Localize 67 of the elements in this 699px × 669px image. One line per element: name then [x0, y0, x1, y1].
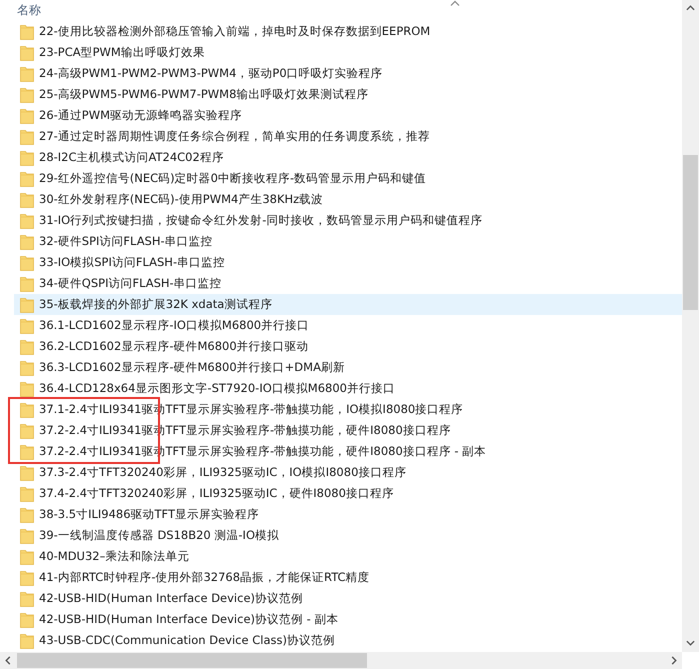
folder-icon [20, 464, 34, 480]
folder-icon [20, 632, 34, 648]
folder-item[interactable]: 24-高级PWM1-PWM2-PWM3-PWM4，驱动P0口呼吸灯实验程序 [14, 63, 682, 84]
folder-icon [20, 66, 34, 82]
folder-item[interactable]: 22-使用比较器检测外部稳压管输入前端，掉电时及时保存数据到EEPROM [14, 21, 682, 42]
folder-item[interactable]: 36.2-LCD1602显示程序-硬件M6800并行接口驱动 [14, 336, 682, 357]
folder-icon [20, 44, 34, 60]
folder-icon [20, 506, 34, 522]
vertical-scrollbar[interactable] [682, 0, 699, 652]
folder-item[interactable]: 42-USB-HID(Human Interface Device)协议范例 - 副本 [14, 609, 682, 630]
folder-icon [20, 296, 34, 312]
folder-item[interactable]: 42-USB-HID(Human Interface Device)协议范例 [14, 588, 682, 609]
folder-icon [20, 422, 34, 438]
folder-item[interactable]: 38-3.5寸ILI9486驱动TFT显示屏实验程序 [14, 504, 682, 525]
folder-icon [20, 402, 34, 418]
folder-icon [20, 548, 34, 564]
folder-icon [20, 570, 34, 586]
folder-item[interactable]: 43-USB-CDC(Communication Device Class)协议范例 [14, 630, 682, 651]
folder-item[interactable]: 26-通过PWM驱动无源蜂鸣器实验程序 [14, 105, 682, 126]
column-header[interactable]: 名称 [17, 2, 41, 19]
folder-item[interactable]: 29-红外遥控信号(NEC码)定时器0中断接收程序-数码管显示用户码和键值 [14, 168, 682, 189]
scroll-right-icon[interactable] [671, 656, 677, 665]
folder-icon [20, 590, 34, 606]
folder-icon [20, 212, 34, 228]
folder-item[interactable]: 28-I2C主机模式访问AT24C02程序 [14, 147, 682, 168]
folder-item[interactable]: 39-一线制温度传感器 DS18B20 测温-IO模拟 [14, 525, 682, 546]
folder-item[interactable]: 36.3-LCD1602显示程序-硬件M6800并行接口+DMA刷新 [14, 357, 682, 378]
folder-icon [20, 318, 34, 334]
folder-item[interactable]: 36.1-LCD1602显示程序-IO口模拟M6800并行接口 [14, 315, 682, 336]
sort-caret-icon [450, 0, 460, 6]
folder-icon [20, 486, 34, 502]
scroll-left-icon[interactable] [5, 656, 11, 665]
folder-item[interactable]: 35-板载焊接的外部扩展32K xdata测试程序 [14, 294, 682, 315]
folder-icon [20, 338, 34, 354]
folder-icon [20, 612, 34, 628]
folder-item[interactable]: 27-通过定时器周期性调度任务综合例程，简单实用的任务调度系统，推荐 [14, 126, 682, 147]
folder-item[interactable]: 41-内部RTC时钟程序-使用外部32768晶振，才能保证RTC精度 [14, 567, 682, 588]
scrollbar-thumb[interactable] [17, 653, 367, 668]
folder-item[interactable]: 37.3-2.4寸TFT320240彩屏，ILI9325驱动IC，IO模拟I8080接口程序 [14, 462, 682, 483]
folder-item[interactable]: 25-高级PWM5-PWM6-PWM7-PWM8输出呼吸灯效果测试程序 [14, 84, 682, 105]
folder-item[interactable]: 31-IO行列式按键扫描，按键命令红外发射-同时接收，数码管显示用户码和键值程序 [14, 210, 682, 231]
folder-icon [20, 380, 34, 396]
folder-icon [20, 170, 34, 186]
folder-icon [20, 150, 34, 166]
folder-icon [20, 444, 34, 460]
folder-item[interactable]: 36.4-LCD128x64显示图形文字-ST7920-IO口模拟M6800并行接口 [14, 378, 682, 399]
folder-item[interactable]: 37.4-2.4寸TFT320240彩屏，ILI9325驱动IC，硬件I8080接口程序 [14, 483, 682, 504]
folder-item[interactable]: 40-MDU32–乘法和除法单元 [14, 546, 682, 567]
scroll-up-icon[interactable] [686, 5, 695, 11]
folder-icon [20, 528, 34, 544]
folder-icon [20, 128, 34, 144]
folder-icon [20, 360, 34, 376]
folder-icon [20, 108, 34, 124]
folder-icon [20, 86, 34, 102]
folder-icon [20, 254, 34, 270]
folder-item[interactable]: 30-红外发射程序(NEC码)-使用PWM4产生38KHz载波 [14, 189, 682, 210]
folder-item[interactable]: 34-硬件QSPI访问FLASH-串口监控 [14, 273, 682, 294]
folder-item[interactable]: 23-PCA型PWM输出呼吸灯效果 [14, 42, 682, 63]
folder-item[interactable]: 32-硬件SPI访问FLASH-串口监控 [14, 231, 682, 252]
folder-item[interactable]: 33-IO模拟SPI访问FLASH-串口监控 [14, 252, 682, 273]
folder-icon [20, 276, 34, 292]
horizontal-scrollbar[interactable] [0, 652, 682, 669]
folder-icon [20, 192, 34, 208]
scroll-down-icon[interactable] [686, 640, 695, 646]
folder-icon [20, 234, 34, 250]
folder-icon [20, 24, 34, 40]
scrollbar-thumb[interactable] [683, 155, 698, 310]
